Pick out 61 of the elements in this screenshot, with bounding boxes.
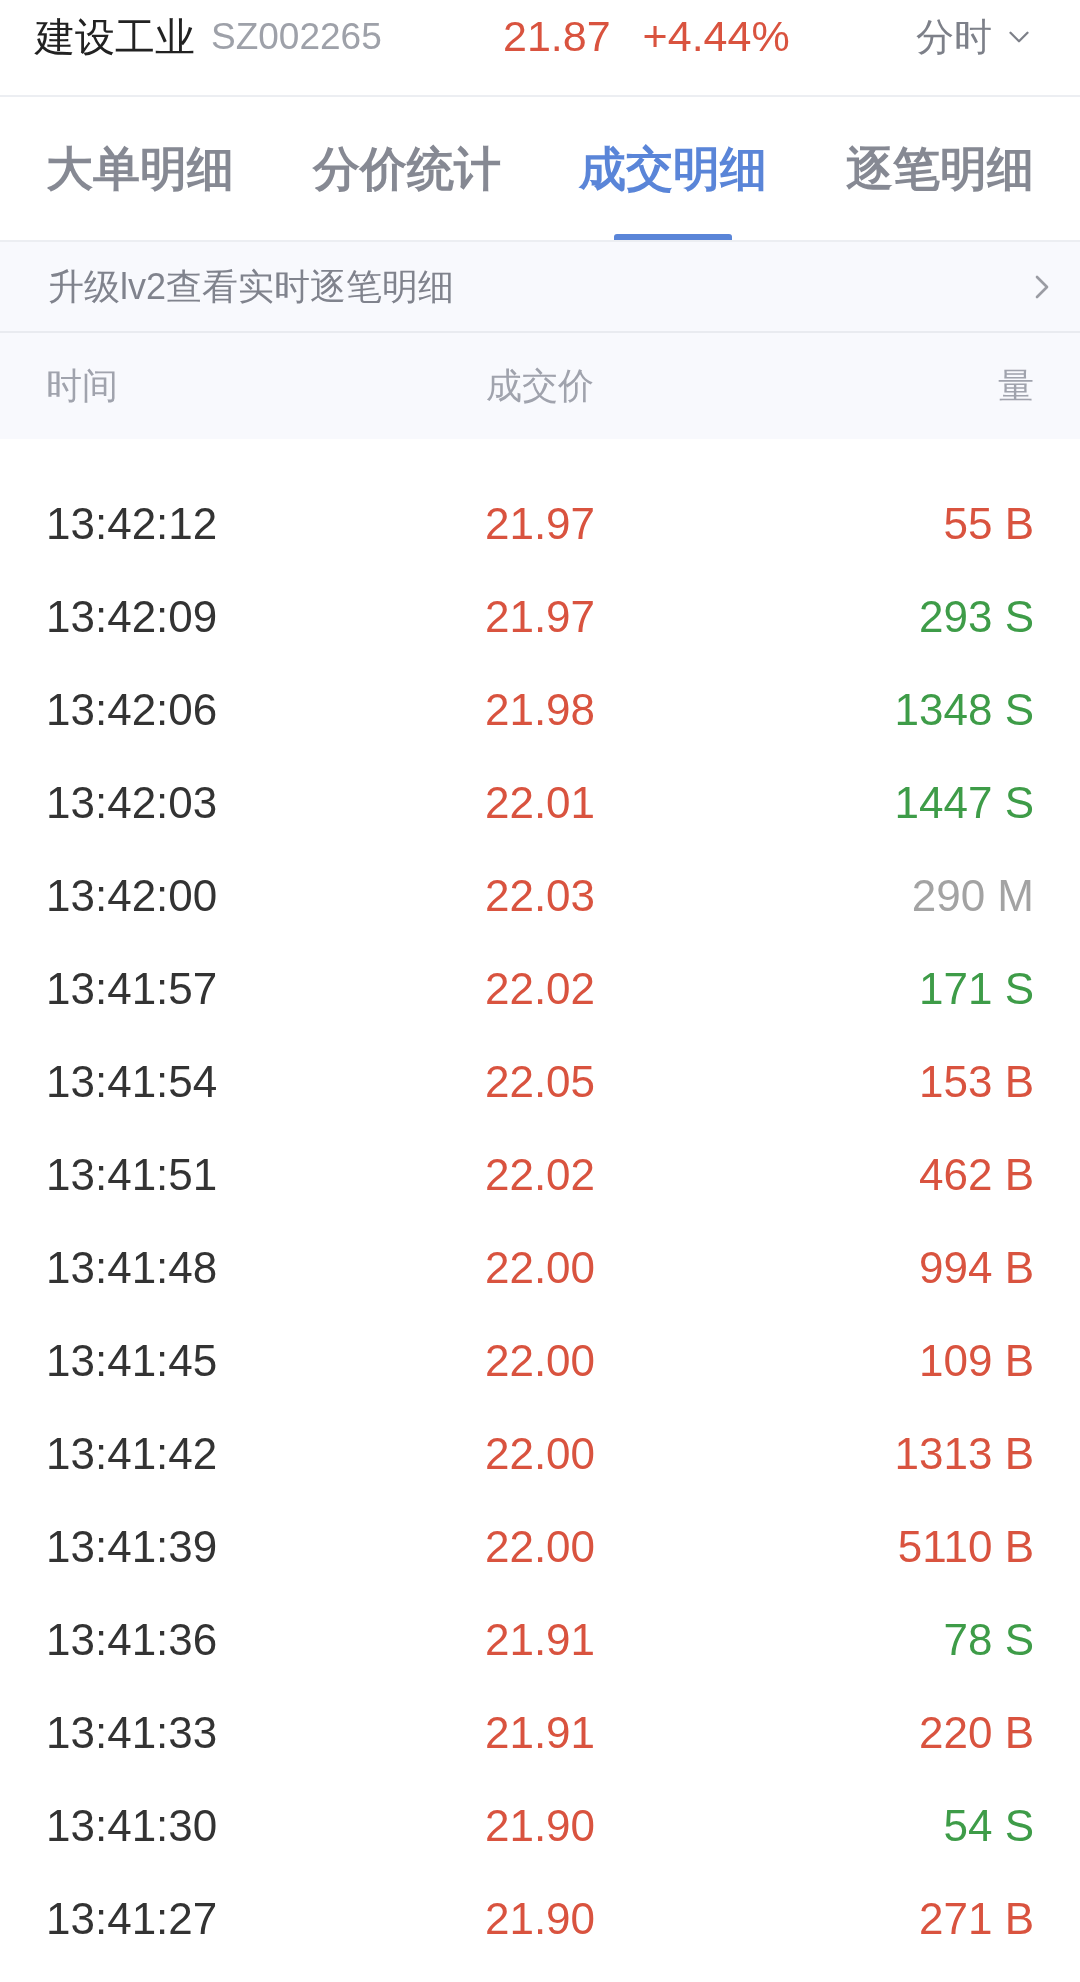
time-cell: 13:41:30 xyxy=(46,1803,218,1848)
tab[interactable]: 逐笔明细 xyxy=(845,97,1034,240)
price-cell: 21.97 xyxy=(484,594,596,639)
price-cell: 21.90 xyxy=(484,1896,596,1941)
tab[interactable]: 分价统计 xyxy=(312,97,501,240)
volume-cell: 271 B xyxy=(919,1896,1034,1941)
volume-cell: 5110 B xyxy=(897,1524,1034,1569)
volume-cell: 54 S xyxy=(943,1803,1034,1848)
column-header: 量 xyxy=(998,368,1034,404)
price-cell: 22.01 xyxy=(484,780,596,825)
time-cell: 13:41:54 xyxy=(46,1059,218,1104)
time-cell: 13:41:27 xyxy=(46,1896,218,1941)
volume-cell: 220 B xyxy=(919,1710,1034,1755)
price-cell: 21.91 xyxy=(484,1710,596,1755)
time-cell: 13:41:39 xyxy=(46,1524,218,1569)
tab[interactable]: 成交明细 xyxy=(579,97,768,240)
price-cell: 21.91 xyxy=(484,1617,596,1662)
price-change: +4.44% xyxy=(642,15,790,58)
volume-cell: 55 B xyxy=(943,501,1034,546)
price-cell: 22.00 xyxy=(484,1524,596,1569)
time-cell: 13:42:12 xyxy=(46,501,218,546)
price-cell: 21.98 xyxy=(484,687,596,732)
price-cell: 22.00 xyxy=(484,1245,596,1290)
volume-cell: 994 B xyxy=(919,1245,1034,1290)
price-cell: 22.00 xyxy=(484,1431,596,1476)
time-cell: 13:41:45 xyxy=(46,1338,218,1383)
price-cell: 22.05 xyxy=(484,1059,596,1104)
time-cell: 13:42:00 xyxy=(46,873,218,918)
price-cell: 21.90 xyxy=(484,1803,596,1848)
time-cell: 13:41:51 xyxy=(46,1152,218,1197)
volume-cell: 1313 B xyxy=(894,1431,1034,1476)
period-dropdown[interactable]: 分时 xyxy=(916,17,1036,56)
volume-cell: 109 B xyxy=(919,1338,1034,1383)
upgrade-banner[interactable]: 升级lv2查看实时逐笔明细 xyxy=(0,242,1080,333)
price-cell: 22.00 xyxy=(484,1338,596,1383)
column-header: 时间 xyxy=(46,368,118,404)
time-cell: 13:41:42 xyxy=(46,1431,218,1476)
volume-cell: 78 S xyxy=(943,1617,1034,1662)
volume-cell: 290 M xyxy=(911,873,1034,918)
volume-cell: 153 B xyxy=(919,1059,1034,1104)
time-cell: 13:42:03 xyxy=(46,780,218,825)
volume-cell: 462 B xyxy=(919,1152,1034,1197)
time-cell: 13:41:57 xyxy=(46,966,218,1011)
time-cell: 13:41:36 xyxy=(46,1617,218,1662)
time-cell: 13:41:33 xyxy=(46,1710,218,1755)
stock-code: SZ002265 xyxy=(211,18,382,55)
time-cell: 13:41:48 xyxy=(46,1245,218,1290)
current-price: 21.87 xyxy=(503,15,611,58)
column-header: 成交价 xyxy=(486,368,594,404)
price-cell: 21.97 xyxy=(484,501,596,546)
tab[interactable]: 大单明细 xyxy=(46,97,234,240)
volume-cell: 293 S xyxy=(919,594,1034,639)
time-cell: 13:42:06 xyxy=(46,687,218,732)
time-cell: 13:42:09 xyxy=(46,594,218,639)
price-cell: 22.03 xyxy=(484,873,596,918)
volume-cell: 171 S xyxy=(919,966,1034,1011)
volume-cell: 1348 S xyxy=(894,687,1034,732)
price-cell: 22.02 xyxy=(484,966,596,1011)
price-cell: 22.02 xyxy=(484,1152,596,1197)
volume-cell: 1447 S xyxy=(894,780,1034,825)
stock-name: 建设工业 xyxy=(35,16,195,57)
